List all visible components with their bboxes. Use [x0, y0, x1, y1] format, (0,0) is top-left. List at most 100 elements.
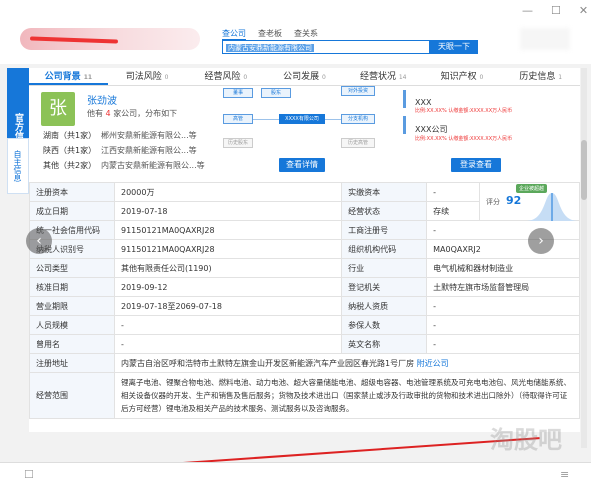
- row-value: 91150121MA0QAXRJ28: [113, 239, 343, 259]
- diagram-center: XXXX有限公司: [279, 114, 325, 124]
- scrollbar-track[interactable]: [581, 68, 587, 448]
- diagram-node: 历史高管: [341, 138, 375, 148]
- row-label: 营业期限: [29, 296, 115, 316]
- row-value: 土默特左旗市场监督管理局: [426, 277, 580, 297]
- region-company: 内蒙古安鼎新能源有限公...等: [101, 161, 205, 170]
- row-value: 20000万: [113, 182, 343, 202]
- diagram-node: 分支机构: [341, 114, 375, 124]
- table-row: 统一社会信用代码 91150121MA0QAXRJ28 工商注册号 -: [29, 220, 580, 240]
- annotation-arrow: [170, 437, 540, 465]
- tab-history[interactable]: 历史信息 1: [501, 68, 580, 85]
- tab-label: 知识产权: [440, 72, 477, 82]
- tab-search-relation[interactable]: 查关系: [294, 28, 318, 40]
- maximize-icon[interactable]: ☐: [551, 4, 561, 17]
- company-count-text: 他有 4 家公司，分布如下: [87, 108, 177, 119]
- search-input[interactable]: 内蒙古安鼎新能源有限公司: [222, 40, 430, 54]
- diagram-node: 对外投资: [341, 86, 375, 96]
- row-value: 存续: [426, 201, 480, 221]
- shareholder-row: XXX 比例:XX.XX% 认缴金额:XXXX.XX万人民币: [415, 98, 512, 114]
- region-company: 江西安鼎新能源有限公...等: [101, 146, 197, 155]
- row-label: 经营范围: [29, 372, 115, 419]
- legal-rep-name[interactable]: 张劲波: [87, 92, 117, 107]
- tab-label: 历史信息: [519, 72, 556, 82]
- nearby-company-link[interactable]: 附近公司: [417, 359, 449, 368]
- square-icon[interactable]: ☐: [24, 468, 34, 481]
- summary-panel: 张 张劲波 他有 4 家公司，分布如下 湖南（共1家） 郴州安鼎新能源有限公...…: [29, 86, 580, 182]
- tab-label: 经营风险: [204, 72, 241, 82]
- scrollbar-thumb[interactable]: [581, 140, 587, 200]
- tab-label: 公司背景: [44, 72, 81, 82]
- redacted-user: [520, 28, 570, 50]
- region-list: 湖南（共1家） 郴州安鼎新能源有限公...等 陕西（共1家） 江西安鼎新能源有限公.…: [43, 128, 205, 173]
- row-value: 2019-09-12: [113, 277, 343, 297]
- tab-label: 公司发展: [283, 72, 320, 82]
- tab-business-risk[interactable]: 经营风险 0: [186, 68, 265, 85]
- table-row: 曾用名 - 英文名称 -: [29, 334, 580, 354]
- shareholder-preview: XXX 比例:XX.XX% 认缴金额:XXXX.XX万人民币 XXX公司 比例:…: [399, 90, 559, 160]
- diagram-line: [253, 119, 279, 120]
- sub-prefix: 他有: [87, 109, 103, 118]
- next-arrow-icon[interactable]: ›: [528, 228, 554, 254]
- tab-search-company[interactable]: 查公司: [222, 28, 246, 40]
- search-button[interactable]: 天眼一下: [430, 40, 478, 54]
- row-label: 工商注册号: [341, 220, 428, 240]
- shareholder-name: XXX: [415, 98, 432, 107]
- row-label: 纳税人资质: [341, 296, 428, 316]
- row-label: 注册地址: [29, 353, 115, 373]
- tab-count: 0: [322, 74, 326, 81]
- diagram-node: 股东: [261, 88, 291, 98]
- row-label: 行业: [341, 258, 428, 278]
- list-item[interactable]: 其他（共2家） 内蒙古安鼎新能源有限公...等: [43, 158, 205, 173]
- decor-bar: [403, 90, 406, 108]
- row-label: 公司类型: [29, 258, 115, 278]
- row-value: -: [113, 334, 343, 354]
- sub-suffix: 家公司，分布如下: [113, 109, 178, 118]
- view-details-button[interactable]: 查看详情: [279, 158, 325, 172]
- row-value: -: [426, 296, 580, 316]
- diagram-node: 高管: [223, 114, 253, 124]
- row-label: 实缴资本: [341, 182, 428, 202]
- diagram-node: 历史股东: [223, 138, 253, 148]
- minimize-icon[interactable]: —: [522, 4, 533, 17]
- region-label: 湖南（共1家）: [43, 131, 97, 140]
- table-row: 公司类型 其他有限责任公司(1190) 行业 电气机械和器材制造业: [29, 258, 580, 278]
- login-view-button[interactable]: 登录查看: [451, 158, 501, 172]
- side-tab-self[interactable]: 自主信息: [7, 138, 29, 194]
- list-item[interactable]: 陕西（共1家） 江西安鼎新能源有限公...等: [43, 143, 205, 158]
- row-label: 经营状态: [341, 201, 428, 221]
- tab-search-boss[interactable]: 查老板: [258, 28, 282, 40]
- list-item[interactable]: 湖南（共1家） 郴州安鼎新能源有限公...等: [43, 128, 205, 143]
- sub-count: 4: [105, 109, 111, 118]
- bottom-bar: [0, 462, 591, 488]
- tab-legal-risk[interactable]: 司法风险 0: [108, 68, 187, 85]
- region-label: 陕西（共1家）: [43, 146, 97, 155]
- tab-operation[interactable]: 经营状况 14: [344, 68, 423, 85]
- tab-development[interactable]: 公司发展 0: [265, 68, 344, 85]
- business-scope-value: 锂离子电池、锂聚合物电池、燃料电池、动力电池、超大容量储能电池、超级电容器、电池…: [114, 372, 580, 419]
- shareholder-detail: 比例:XX.XX% 认缴金额:XXXX.XX万人民币: [415, 136, 513, 142]
- row-label: 组织机构代码: [341, 239, 428, 259]
- tab-count: 0: [243, 74, 248, 81]
- region-company: 郴州安鼎新能源有限公...等: [101, 131, 197, 140]
- menu-icon[interactable]: ≡: [560, 468, 569, 481]
- tab-ip[interactable]: 知识产权 0: [423, 68, 502, 85]
- score-widget[interactable]: 企业被超越 评分 92: [486, 184, 578, 221]
- diagram-line: [325, 119, 341, 120]
- row-value: MA0QAXRJ2: [426, 239, 580, 259]
- close-icon[interactable]: ✕: [579, 4, 588, 17]
- window-controls: — ☐ ✕: [522, 4, 588, 17]
- tab-count: 1: [558, 74, 563, 81]
- table-row: 人员规模 - 参保人数 -: [29, 315, 580, 335]
- table-row: 注册地址 内蒙古自治区呼和浩特市土默特左旗金山开发区新能源汽车产业园区春光路1号…: [29, 353, 580, 373]
- prev-arrow-icon[interactable]: ‹: [26, 228, 52, 254]
- tab-count: 14: [398, 74, 407, 81]
- section-tabs: 公司背景 11 司法风险 0 经营风险 0 公司发展 0 经营状况 14 知识产…: [29, 68, 580, 86]
- address-value: 内蒙古自治区呼和浩特市土默特左旗金山开发区新能源汽车产业园区春光路1号厂房: [121, 358, 415, 368]
- tab-label: 司法风险: [125, 72, 162, 82]
- table-row: 纳税人识别号 91150121MA0QAXRJ28 组织机构代码 MA0QAXR…: [29, 239, 580, 259]
- tab-company-background[interactable]: 公司背景 11: [29, 68, 108, 85]
- row-label: 参保人数: [341, 315, 428, 335]
- relation-diagram: 董事 高管 历史股东 股东 XXXX有限公司 对外投资 分支机构 历史高管: [221, 86, 381, 156]
- row-value: -: [426, 182, 480, 202]
- row-value: -: [426, 220, 580, 240]
